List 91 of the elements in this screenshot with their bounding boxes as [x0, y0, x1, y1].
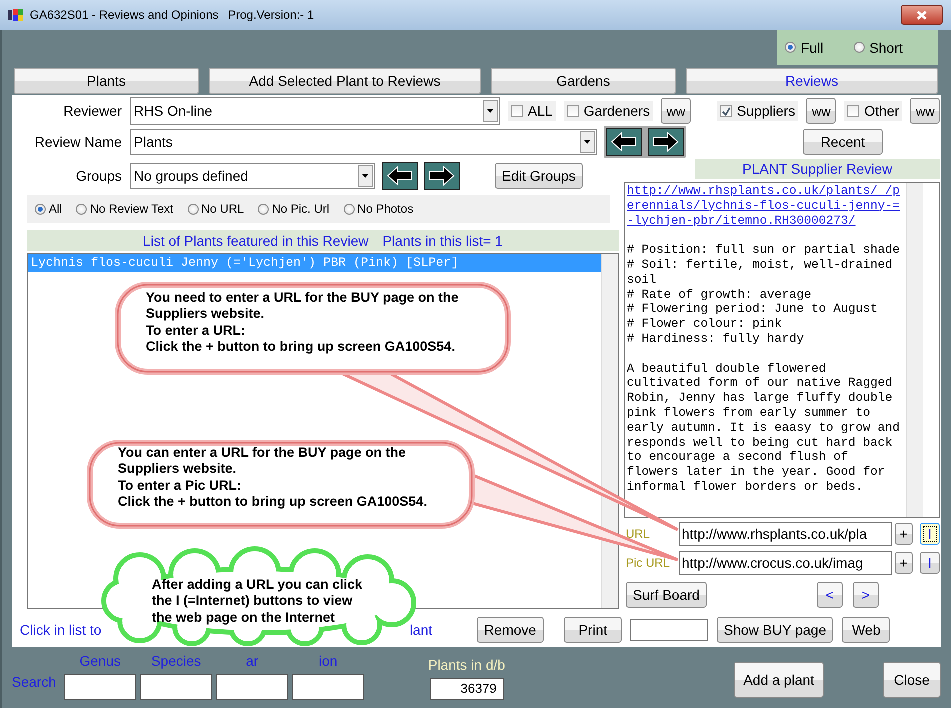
review-text-line: # Hardiness: fully hardy [627, 332, 806, 347]
review-link[interactable]: http://www.rhsplants.co.uk/plants/ /perennials/lychnis-flos-cuculi-jenny-=-lychjen-pbr/itemno.RH30000273/ [627, 184, 904, 228]
right-arrow-icon [429, 166, 455, 186]
callout-text: After adding a URL you can click the I (=Internet) buttons to view the web page on the Internet [152, 577, 363, 626]
reviewer-type-checkbox[interactable]: ALL [508, 101, 556, 121]
review-panel-title: PLANT Supplier Review [695, 159, 940, 179]
tab[interactable]: Gardens [491, 68, 676, 94]
ww-button[interactable]: ww [661, 98, 692, 124]
add-plant-button[interactable]: Add a plant [734, 662, 824, 698]
search-field-label: Genus [80, 653, 121, 669]
ww-button[interactable]: ww [910, 98, 940, 124]
search-field[interactable] [64, 674, 136, 700]
search-field[interactable] [292, 674, 364, 700]
db-count-field: 36379 [430, 678, 504, 700]
close-icon [917, 10, 927, 20]
show-buy-page-button[interactable]: Show BUY page [717, 617, 834, 643]
review-text-line: # Rate of growth: average [627, 288, 812, 302]
recent-button[interactable]: Recent [803, 129, 883, 155]
print-button[interactable]: Print [564, 617, 622, 643]
surf-board-button[interactable]: Surf Board [626, 582, 707, 608]
db-count-label: Plants in d/b [428, 657, 506, 673]
view-mode-radio[interactable]: Full [785, 40, 824, 56]
search-field-label: ar [246, 653, 259, 669]
groups-dropdown[interactable]: No groups defined [130, 163, 375, 189]
review-text-line: # Position: full sun or partial shade [627, 243, 902, 258]
tab[interactable]: Reviews [686, 68, 938, 94]
reviewer-type-checkbox[interactable]: Gardeners [564, 101, 654, 121]
filter-radio[interactable]: No Review Text [76, 202, 174, 216]
next-button[interactable] [648, 128, 684, 156]
url-label: Pic URL [626, 556, 672, 570]
list-count: Plants in this list= 1 [382, 232, 503, 248]
search-field-label: ion [319, 653, 338, 669]
close-button[interactable] [901, 5, 943, 25]
open-url-button[interactable]: I [920, 552, 940, 574]
hint-text: lant [410, 622, 433, 638]
tab[interactable]: Plants [14, 68, 199, 94]
view-mode-radio[interactable]: Short [854, 40, 904, 56]
right-arrow-icon [653, 132, 679, 152]
review-name-dropdown[interactable]: Plants [130, 129, 597, 155]
review-paragraph: A beautiful double flowered cultivated form of our native Ragged Robin, Jenny has large fluffy double pink flowers from early summer to early autumn. It is eaasy to grow and responds well to being cut hard back to encourage a second flush of flowers later in the year. Good for informal flower borders or beds. [627, 362, 902, 495]
close-button[interactable]: Close [883, 662, 941, 698]
review-text-area[interactable] [624, 182, 940, 518]
hint-text: Click in list to [20, 622, 102, 638]
app-icon [8, 8, 24, 22]
reviewer-type-checkbox[interactable]: Suppliers [717, 101, 798, 121]
add-url-button[interactable]: + [895, 523, 913, 545]
caret-icon [580, 131, 595, 153]
url-field[interactable]: http://www.rhsplants.co.uk/pla [679, 522, 892, 546]
groups-label: Groups [75, 168, 122, 184]
review-name-label: Review Name [34, 134, 122, 150]
previous-button[interactable] [606, 128, 642, 156]
tab[interactable]: Add Selected Plant to Reviews [209, 68, 481, 94]
review-text-line: # Flower colour: pink [627, 317, 783, 332]
list-title: List of Plants featured in this Review [143, 232, 369, 248]
search-label: Search [12, 674, 56, 690]
url-field[interactable]: http://www.crocus.co.uk/imag [679, 551, 892, 575]
version-label: Prog.Version:- 1 [227, 8, 314, 22]
window-title: GA632S01 - Reviews and Opinions [30, 8, 219, 22]
web-button[interactable]: Web [842, 617, 890, 643]
input-field[interactable] [630, 619, 708, 641]
url-label: URL [626, 527, 652, 541]
reviewer-dropdown[interactable]: RHS On-line [130, 97, 500, 125]
callout-text: You need to enter a URL for the BUY page on the Suppliers website. To enter a URL: Click the + button to bring up screen GA100S54. [146, 290, 459, 356]
review-text-line: # Soil: fertile, moist, well-drained soil [627, 258, 894, 288]
scrollbar[interactable] [601, 254, 618, 608]
next-group-button[interactable] [424, 162, 460, 190]
nav-button[interactable]: > [852, 582, 879, 608]
reviewer-label: Reviewer [62, 103, 122, 119]
filter-radio[interactable]: All [35, 202, 62, 216]
edit-groups-button[interactable]: Edit Groups [495, 163, 583, 189]
previous-group-button[interactable] [382, 162, 418, 190]
filter-radio[interactable]: No URL [188, 202, 244, 216]
callout-text: You can enter a URL for the BUY page on the Suppliers website. To enter a Pic URL: Click the + button to bring up screen GA100S54. [118, 445, 428, 510]
scrollbar[interactable] [906, 183, 923, 517]
check-icon [722, 106, 731, 116]
left-arrow-icon [611, 132, 637, 152]
open-url-button[interactable]: I [920, 523, 940, 545]
remove-button[interactable]: Remove [476, 617, 544, 643]
add-url-button[interactable]: + [895, 552, 913, 574]
review-text-line: # Flowering period: June to August [627, 302, 879, 318]
search-field[interactable] [216, 674, 288, 700]
search-field[interactable] [140, 674, 212, 700]
ww-button[interactable]: ww [806, 98, 836, 124]
caret-icon [483, 100, 498, 122]
reviewer-type-checkbox[interactable]: Other [844, 101, 902, 121]
filter-radio[interactable]: No Photos [344, 202, 414, 216]
filter-radio[interactable]: No Pic. Url [258, 202, 330, 216]
search-field-label: Species [151, 653, 202, 669]
left-arrow-icon [387, 166, 413, 186]
caret-icon [358, 165, 373, 187]
nav-button[interactable]: < [816, 582, 843, 608]
